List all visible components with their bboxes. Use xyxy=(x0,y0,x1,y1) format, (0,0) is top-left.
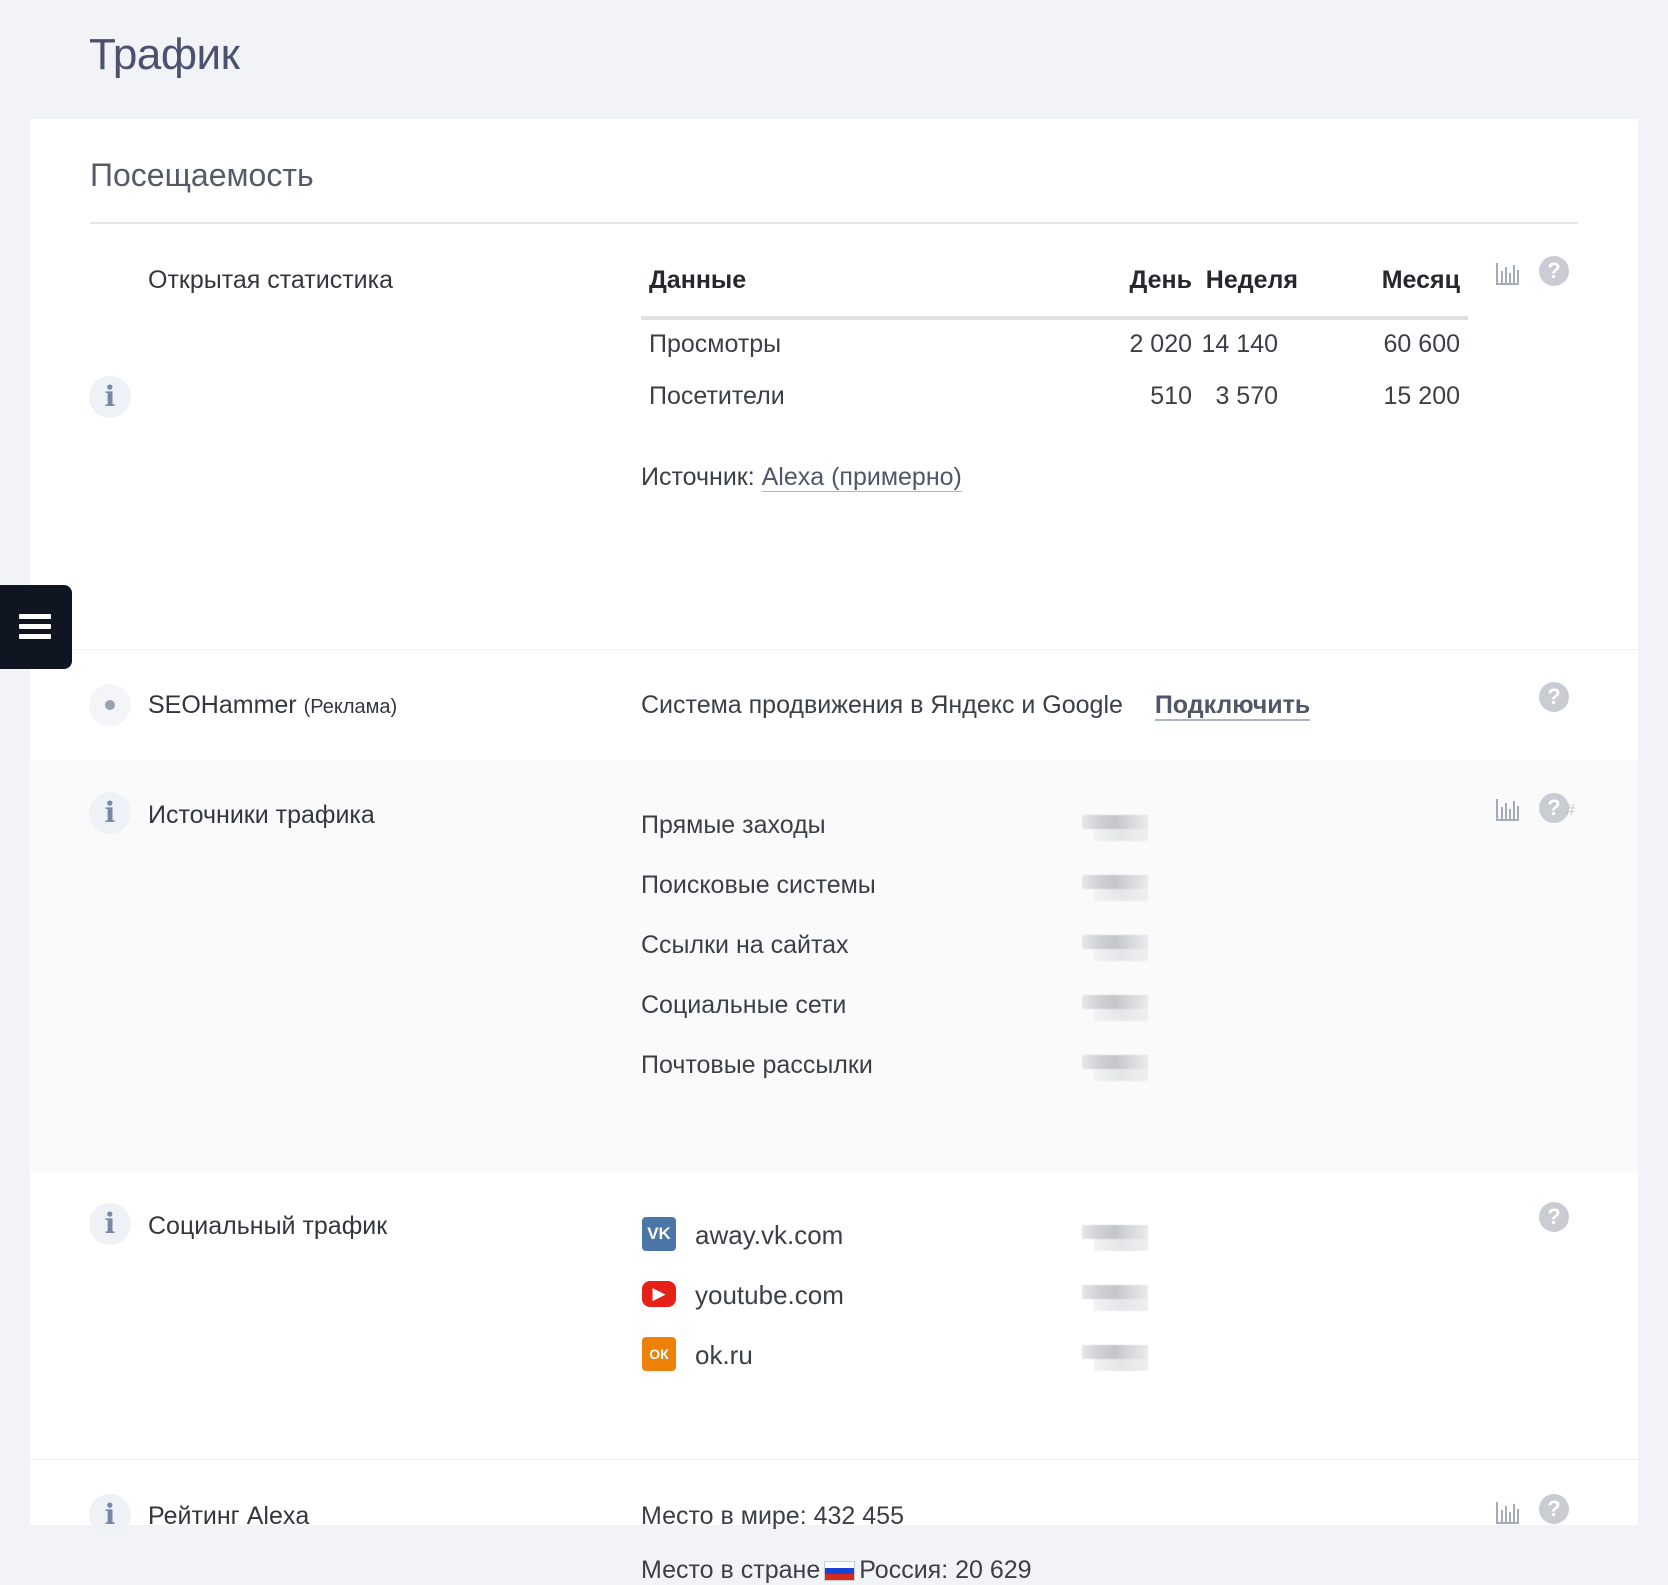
traffic-source-item: Ссылки на сайтах xyxy=(641,931,849,959)
world-rank-value: 432 455 xyxy=(813,1502,904,1530)
page-title: Трафик xyxy=(89,30,240,79)
hamburger-menu-button[interactable] xyxy=(0,585,72,669)
social-site-name: youtube.com xyxy=(695,1280,844,1310)
country-rank-label: Место в стране xyxy=(641,1556,821,1584)
traffic-source-item: Поисковые системы xyxy=(641,871,876,899)
traffic-source-item: Прямые заходы xyxy=(641,811,826,839)
stats-row-week: 14 140 xyxy=(1201,330,1278,358)
social-site-name: away.vk.com xyxy=(695,1220,844,1250)
info-icon[interactable]: i xyxy=(89,1203,131,1245)
source-label: Источник: xyxy=(641,463,755,491)
traffic-source-item: Почтовые рассылки xyxy=(641,1051,873,1079)
help-icon[interactable]: ? xyxy=(1539,793,1569,823)
hidden-value xyxy=(1082,1221,1148,1255)
seohammer-name: SEOHammer xyxy=(148,691,297,719)
youtube-icon: ▶ xyxy=(642,1281,676,1307)
seohammer-description: Система продвижения в Яндекс и Google xyxy=(641,691,1123,719)
bar-chart-icon[interactable] xyxy=(1494,261,1520,285)
social-traffic-label: Социальный трафик xyxy=(148,1212,388,1240)
seohammer-label: SEOHammer (Реклама) xyxy=(148,691,397,720)
help-icon[interactable]: ? xyxy=(1539,1494,1569,1524)
connect-link[interactable]: Подключить xyxy=(1154,691,1311,721)
row-divider xyxy=(30,1459,1638,1460)
country-rank-value: Россия: 20 629 xyxy=(859,1556,1032,1584)
russia-flag-icon xyxy=(824,1561,856,1581)
info-icon[interactable]: i xyxy=(89,792,131,834)
seohammer-ad-tag: (Реклама) xyxy=(303,696,398,718)
stats-header-data: Данные xyxy=(649,266,747,294)
vk-icon: VK xyxy=(642,1217,676,1251)
traffic-source-item: Социальные сети xyxy=(641,991,847,1019)
section-divider xyxy=(90,222,1578,224)
help-icon[interactable]: ? xyxy=(1539,256,1569,286)
hidden-value xyxy=(1082,871,1148,905)
stats-row-week: 3 570 xyxy=(1215,382,1278,410)
stats-row-month: 60 600 xyxy=(1383,330,1460,358)
traffic-card: Посещаемость i Открытая статистика Данны… xyxy=(30,119,1638,1584)
hidden-value xyxy=(1082,991,1148,1025)
bar-chart-icon[interactable] xyxy=(1494,797,1520,821)
traffic-sources-label: Источники трафика xyxy=(148,801,375,829)
social-site-name: ok.ru xyxy=(695,1340,753,1370)
info-icon[interactable]: i xyxy=(89,376,131,418)
ad-dot-icon xyxy=(89,684,131,726)
stats-row-month: 15 200 xyxy=(1383,382,1460,410)
source-link[interactable]: Alexa (примерно) xyxy=(761,463,962,492)
anchor-hash-link[interactable]: # xyxy=(1566,802,1575,820)
hidden-value xyxy=(1082,1051,1148,1085)
world-rank-label: Место в мире: xyxy=(641,1502,807,1530)
stats-row-day: 510 xyxy=(1150,382,1192,410)
hidden-value xyxy=(1082,1341,1148,1375)
open-stats-label: Открытая статистика xyxy=(148,266,394,294)
row-divider xyxy=(30,649,1638,650)
hidden-value xyxy=(1082,1281,1148,1315)
stats-row-name: Посетители xyxy=(649,382,785,410)
stats-header-rule xyxy=(641,316,1468,320)
hidden-value xyxy=(1082,811,1148,845)
alexa-world-rank: Место в мире: 432 455 xyxy=(641,1502,904,1531)
seohammer-description-line: Система продвижения в Яндекс и Google По… xyxy=(641,691,1311,721)
alexa-country-rank: Место в стране Россия: 20 629 xyxy=(641,1556,1032,1585)
hidden-value xyxy=(1082,931,1148,965)
stats-source: Источник: Alexa (примерно) xyxy=(641,463,962,492)
open-stats-row: i xyxy=(30,249,1638,649)
stats-row-name: Просмотры xyxy=(649,330,782,358)
stats-header-month: Месяц xyxy=(1381,266,1460,294)
help-icon[interactable]: ? xyxy=(1539,1202,1569,1232)
stats-header-week: Неделя xyxy=(1205,266,1298,294)
stats-row-day: 2 020 xyxy=(1129,330,1192,358)
help-icon[interactable]: ? xyxy=(1539,682,1569,712)
bar-chart-icon[interactable] xyxy=(1494,1500,1520,1524)
info-icon[interactable]: i xyxy=(89,1494,131,1536)
ok-icon: ОК xyxy=(642,1337,676,1371)
hamburger-menu-icon xyxy=(19,614,51,619)
alexa-rank-label: Рейтинг Alexa xyxy=(148,1502,310,1530)
section-title: Посещаемость xyxy=(90,157,314,193)
